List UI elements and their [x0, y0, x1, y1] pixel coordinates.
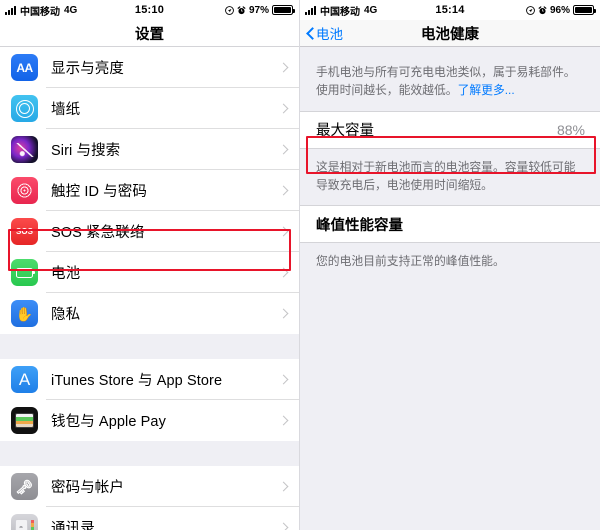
sidebar-item-label: 触控 ID 与密码 [51, 184, 147, 200]
signal-bars-icon [305, 5, 316, 15]
carrier-label: 中国移动 [320, 6, 360, 18]
peak-performance-row: 峰值性能容量 [300, 205, 600, 244]
privacy-hand-icon: ✋ [11, 300, 38, 327]
sidebar-item-privacy[interactable]: ✋ 隐私 [0, 293, 299, 334]
battery-icon [11, 259, 38, 286]
chevron-left-icon [306, 27, 314, 40]
sidebar-item-wallet-apple-pay[interactable]: 钱包与 Apple Pay [0, 400, 299, 441]
screenshot-root: 中国移动 4G 15:10 97% 设置 AA 显示与亮度 墙纸 Siri 与搜… [0, 0, 600, 530]
sidebar-item-label: iTunes Store 与 App Store [51, 373, 223, 389]
settings-list[interactable]: AA 显示与亮度 墙纸 Siri 与搜索 触控 ID 与密码 SOS SOS 紧… [0, 47, 299, 530]
peak-performance-note: 您的电池目前支持正常的峰值性能。 [300, 243, 600, 282]
sidebar-item-label: Siri 与搜索 [51, 143, 121, 159]
battery-percent-label: 96% [549, 4, 570, 16]
learn-more-link[interactable]: 了解更多... [458, 83, 515, 97]
battery-health-content: 手机电池与所有可充电电池类似，属于易耗部件。使用时间越长，能效越低。了解更多..… [300, 47, 600, 530]
settings-nav-bar: 设置 [0, 20, 299, 47]
alarm-clock-icon [237, 5, 246, 14]
sidebar-item-touch-id[interactable]: 触控 ID 与密码 [0, 170, 299, 211]
chevron-right-icon [278, 522, 289, 530]
settings-group-3: 🗝 密码与帐户 ◓ 通讯录 [0, 466, 299, 530]
sidebar-item-battery[interactable]: 电池 [0, 252, 299, 293]
chevron-right-icon [278, 185, 289, 196]
sidebar-item-label: 电池 [51, 266, 81, 282]
sidebar-item-label: 通讯录 [51, 521, 95, 530]
sos-icon: SOS [11, 218, 38, 245]
sidebar-item-label: 墙纸 [51, 102, 81, 118]
back-button[interactable]: 电池 [300, 23, 343, 43]
max-capacity-value: 88% [556, 121, 585, 138]
location-arrow-icon [225, 5, 234, 15]
group-spacer [0, 334, 299, 359]
sidebar-item-siri[interactable]: Siri 与搜索 [0, 129, 299, 170]
signal-bars-icon [5, 5, 16, 15]
chevron-right-icon [278, 481, 289, 492]
location-arrow-icon [526, 5, 535, 15]
network-type-label: 4G [64, 4, 78, 16]
chevron-right-icon [278, 374, 289, 385]
chevron-right-icon [278, 62, 289, 73]
sidebar-item-label: SOS 紧急联络 [51, 225, 145, 241]
settings-group-1: AA 显示与亮度 墙纸 Siri 与搜索 触控 ID 与密码 SOS SOS 紧… [0, 47, 299, 334]
page-title: 设置 [135, 26, 164, 43]
status-right-group: 96% [526, 4, 596, 16]
app-store-icon: A [11, 366, 38, 393]
status-bar-right: 中国移动 4G 15:14 96% [300, 0, 600, 20]
status-left-group: 中国移动 4G [305, 3, 377, 18]
sidebar-item-itunes-app-store[interactable]: A iTunes Store 与 App Store [0, 359, 299, 400]
page-title: 电池健康 [421, 26, 479, 43]
battery-percent-label: 97% [248, 4, 269, 16]
display-brightness-icon: AA [11, 54, 38, 81]
max-capacity-row[interactable]: 最大容量 88% [300, 110, 600, 149]
sidebar-item-contacts[interactable]: ◓ 通讯录 [0, 507, 299, 530]
carrier-label: 中国移动 [20, 6, 60, 18]
group-spacer [0, 441, 299, 466]
sidebar-item-display[interactable]: AA 显示与亮度 [0, 47, 299, 88]
sidebar-item-label: 密码与帐户 [51, 480, 124, 496]
sidebar-item-sos[interactable]: SOS SOS 紧急联络 [0, 211, 299, 252]
chevron-right-icon [278, 144, 289, 155]
sidebar-item-passwords-accounts[interactable]: 🗝 密码与帐户 [0, 466, 299, 507]
wallet-icon [11, 407, 38, 434]
battery-full-icon [573, 5, 596, 15]
sidebar-item-wallpaper[interactable]: 墙纸 [0, 88, 299, 129]
battery-full-icon [272, 5, 295, 15]
chevron-right-icon [278, 267, 289, 278]
contacts-icon: ◓ [11, 514, 38, 530]
sidebar-item-label: 钱包与 Apple Pay [51, 414, 166, 430]
content-filler [300, 281, 600, 530]
passwords-accounts-key-icon: 🗝 [11, 473, 38, 500]
intro-note-text: 手机电池与所有可充电电池类似，属于易耗部件。使用时间越长，能效越低。 [316, 65, 576, 98]
network-type-label: 4G [364, 4, 378, 16]
max-capacity-note: 这是相对于新电池而言的电池容量。容量较低可能导致充电后，电池使用时间缩短。 [300, 148, 600, 206]
battery-health-nav-bar: 电池 电池健康 [300, 20, 600, 47]
alarm-clock-icon [538, 5, 547, 14]
back-button-label: 电池 [316, 27, 343, 42]
touch-id-icon [11, 177, 38, 204]
siri-icon [11, 136, 38, 163]
settings-group-2: A iTunes Store 与 App Store 钱包与 Apple Pay [0, 359, 299, 441]
chevron-right-icon [278, 308, 289, 319]
chevron-right-icon [278, 226, 289, 237]
status-bar-left: 中国移动 4G 15:10 97% [0, 0, 299, 20]
sidebar-item-label: 显示与亮度 [51, 61, 124, 77]
max-capacity-label: 最大容量 [316, 123, 374, 140]
chevron-right-icon [278, 103, 289, 114]
status-right-group: 97% [225, 4, 295, 16]
intro-note: 手机电池与所有可充电电池类似，属于易耗部件。使用时间越长，能效越低。了解更多..… [300, 47, 600, 111]
settings-screen: 中国移动 4G 15:10 97% 设置 AA 显示与亮度 墙纸 Siri 与搜… [0, 0, 300, 530]
sidebar-item-label: 隐私 [51, 307, 81, 323]
chevron-right-icon [278, 415, 289, 426]
peak-performance-label: 峰值性能容量 [316, 217, 403, 234]
status-left-group: 中国移动 4G [5, 3, 77, 18]
wallpaper-icon [11, 95, 38, 122]
battery-health-screen: 中国移动 4G 15:14 96% 电池 电池健康 手机电池与所有可充电电池类似… [300, 0, 600, 530]
